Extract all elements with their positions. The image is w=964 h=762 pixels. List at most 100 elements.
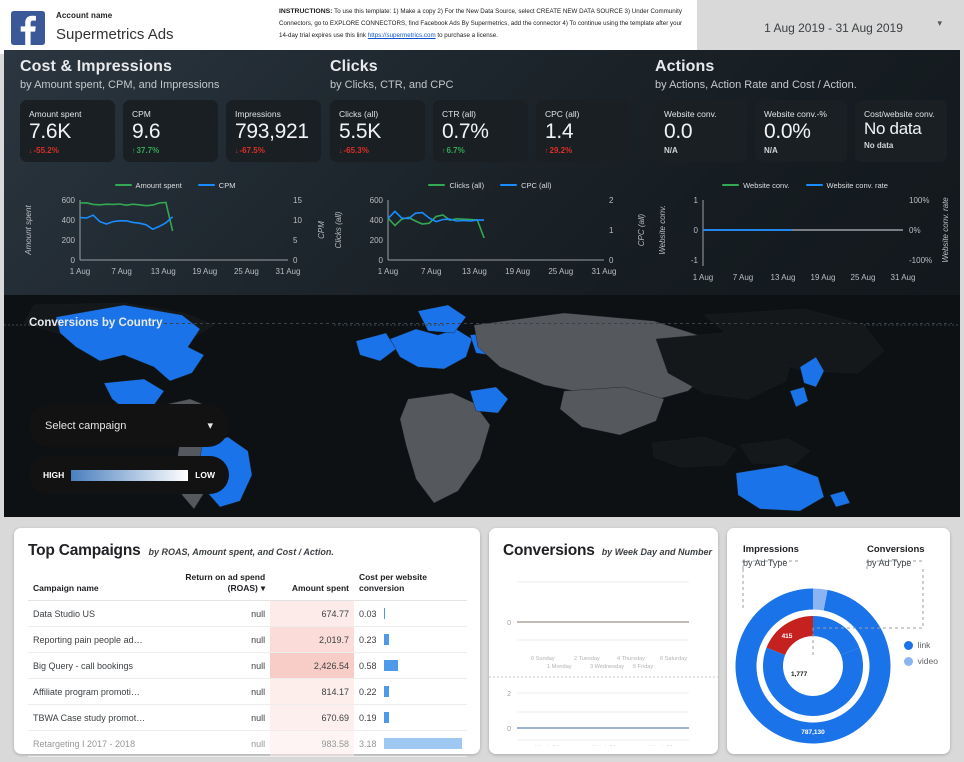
bar-fill: [383, 608, 386, 620]
scorecard-cpm[interactable]: CPM 9.6 ↑37.7%: [123, 100, 218, 162]
legend-swatch: [722, 183, 740, 187]
svg-text:0: 0: [293, 256, 298, 265]
delta-value: 37.7%: [136, 145, 160, 155]
date-range-label: 1 Aug 2019 - 31 Aug 2019: [764, 20, 903, 35]
date-range-selector[interactable]: 1 Aug 2019 - 31 Aug 2019: [716, 8, 951, 47]
bar-value: 0.22: [358, 686, 377, 697]
sort-caret-icon[interactable]: ▾: [261, 583, 265, 593]
legend-item-cpc: CPC (all): [500, 180, 552, 190]
scorecard-impressions[interactable]: Impressions 793,921 ↓-67.5%: [226, 100, 321, 162]
table-row[interactable]: Affiliate program promoti… null 814.17 0.22: [28, 678, 467, 706]
legend-high-label: HIGH: [43, 470, 65, 480]
cell-roas: null: [175, 652, 271, 680]
svg-text:Week 33: Week 33: [649, 745, 674, 746]
cell-campaign-name: Big Query - call bookings: [28, 652, 176, 680]
cell-cost-per-conversion: 0.03: [353, 600, 467, 628]
legend-gradient: [71, 469, 189, 481]
legend-swatch: [197, 183, 215, 187]
section-subtitle: by Actions, Action Rate and Cost / Actio…: [655, 79, 857, 91]
svg-text:2: 2: [507, 691, 511, 698]
table-row[interactable]: Big Query - call bookings null 2,426.54 0.5…: [28, 652, 467, 680]
scorecard-label: CPM: [132, 109, 151, 119]
table-row[interactable]: Data Studio US null 674.77 0.03: [28, 600, 467, 628]
chevron-down-icon[interactable]: ▾: [937, 18, 942, 29]
section-title: Cost & Impressions: [20, 58, 173, 75]
scorecard-value: 793,921: [235, 120, 309, 143]
cell-cost-per-conversion: 0.19: [353, 704, 467, 732]
conversions-charts[interactable]: 0 0 Sunday 2 Tuesday 4 Thursday 6 Saturday 1 …: [489, 560, 718, 746]
table-row[interactable]: TBWA Case study promot… null 670.69 0.19: [28, 704, 467, 732]
scorecard-label: Amount spent: [29, 109, 82, 119]
table-row[interactable]: Retargeting I 2017 - 2018 null 983.58 3.18: [28, 730, 467, 758]
scorecard-website-conv[interactable]: Website conv. 0.0 N/A: [655, 100, 747, 162]
dashboard-header: Account name Supermetrics Ads INSTRUCTIO…: [0, 0, 964, 54]
legend-label: Website conv. rate: [826, 180, 888, 190]
cell-campaign-name: Reporting pain people ad…: [28, 626, 176, 654]
legend-label: Website conv.: [743, 180, 790, 190]
svg-text:100%: 100%: [909, 196, 929, 205]
scorecard-group: Clicks (all) 5.5K ↓-65.3% CTR (all) 0.7%…: [330, 100, 650, 162]
cell-cost-per-conversion: 0.22: [353, 678, 467, 706]
scorecard-ctr[interactable]: CTR (all) 0.7% ↑6.7%: [433, 100, 528, 162]
cell-amount-spent: 2,019.7: [270, 626, 354, 654]
section-title: Clicks: [330, 58, 378, 75]
scorecard-clicks[interactable]: Clicks (all) 5.5K ↓-65.3%: [330, 100, 425, 162]
section-subtitle: by Amount spent, CPM, and Impressions: [20, 79, 220, 91]
cell-roas: null: [175, 626, 271, 654]
svg-text:0: 0: [694, 226, 699, 235]
cell-amount-spent: 983.58: [270, 730, 354, 758]
scorecard-value: 0.0%: [764, 120, 811, 143]
scorecard-amount-spent[interactable]: Amount spent 7.6K ↓-55.2%: [20, 100, 115, 162]
svg-text:4 Thursday: 4 Thursday: [617, 656, 645, 662]
col-campaign-name[interactable]: Campaign name: [28, 568, 176, 602]
svg-text:0: 0: [609, 256, 614, 265]
legend-label: link: [917, 640, 931, 650]
cell-cost-per-conversion: 0.58: [353, 652, 467, 680]
ad-type-donut-panel: Impressions by Ad Type Conversions by Ad Ty…: [727, 528, 950, 754]
bar-cell: 0.58: [359, 660, 462, 672]
scorecard-label: Website conv.-%: [764, 109, 827, 119]
col-cost-per-conversion[interactable]: Cost per website conversion: [353, 568, 467, 602]
scorecard-website-conv-pct[interactable]: Website conv.-% 0.0% N/A: [755, 100, 847, 162]
svg-text:1: 1: [609, 226, 614, 235]
panel-subtitle: by ROAS, Amount spent, and Cost / Action…: [148, 547, 334, 557]
svg-text:5: 5: [293, 236, 298, 245]
chart-clicks[interactable]: Clicks (all) CPC (all) 0 200 400 600 0 1 2 1 Au…: [330, 178, 650, 288]
svg-text:787,130: 787,130: [801, 729, 825, 736]
svg-text:31 Aug: 31 Aug: [891, 273, 916, 282]
chart-cost-impressions[interactable]: Amount spent CPM 0 200 400 600 0 5 10 15 1 Aug 7 …: [20, 178, 330, 288]
campaigns-table: Campaign name Return on ad spend (ROAS) ▾…: [28, 568, 467, 758]
table-row[interactable]: Reporting pain people ad… null 2,019.7 0.23: [28, 626, 467, 654]
svg-text:-100%: -100%: [909, 256, 932, 265]
col-amount-spent[interactable]: Amount spent: [270, 568, 354, 602]
svg-text:13 Aug: 13 Aug: [462, 267, 487, 276]
svg-text:0 Sunday: 0 Sunday: [531, 656, 555, 662]
legend-item-website-conv-rate: Website conv. rate: [805, 180, 888, 190]
col-roas-label: Return on ad spend (ROAS): [185, 572, 266, 593]
svg-text:0: 0: [379, 256, 384, 265]
section-clicks: Clicks by Clicks, CTR, and CPC Clicks (a…: [330, 58, 650, 162]
svg-text:400: 400: [370, 216, 384, 225]
svg-text:Website conv. rate: Website conv. rate: [941, 197, 950, 263]
chart-canvas: 1 0 -1 100% 0% -100% 1 Aug 7 Aug 13 Aug 19 Aug 25 …: [658, 196, 950, 282]
scorecard-cost-per-website-conv[interactable]: Cost/website conv. No data No data: [855, 100, 947, 162]
dark-body: Cost & Impressions by Amount spent, CPM,…: [4, 50, 960, 517]
cell-amount-spent: 674.77: [270, 600, 354, 628]
svg-text:31 Aug: 31 Aug: [592, 267, 617, 276]
legend-label: CPC (all): [521, 180, 552, 190]
select-campaign-dropdown[interactable]: Select campaign ▾: [29, 404, 229, 447]
svg-text:by Ad Type: by Ad Type: [867, 558, 911, 568]
bar-value: 3.18: [358, 738, 377, 749]
bar-value: 0.19: [358, 712, 377, 723]
legend-swatch: [805, 183, 823, 187]
scorecard-cpc[interactable]: CPC (all) 1.4 ↑29.2%: [536, 100, 631, 162]
chart-actions[interactable]: Website conv. Website conv. rate 1 0 -1 100…: [655, 178, 955, 288]
col-roas[interactable]: Return on ad spend (ROAS) ▾: [175, 568, 271, 602]
svg-text:3 Wednesday: 3 Wednesday: [590, 664, 624, 670]
cell-cost-per-conversion: 0.23: [353, 626, 467, 654]
svg-text:600: 600: [370, 196, 384, 205]
svg-text:7 Aug: 7 Aug: [421, 267, 441, 276]
scorecard-delta: N/A: [664, 145, 678, 155]
supermetrics-link[interactable]: https://supermetrics.com: [368, 32, 436, 39]
map-divider: [152, 323, 952, 324]
